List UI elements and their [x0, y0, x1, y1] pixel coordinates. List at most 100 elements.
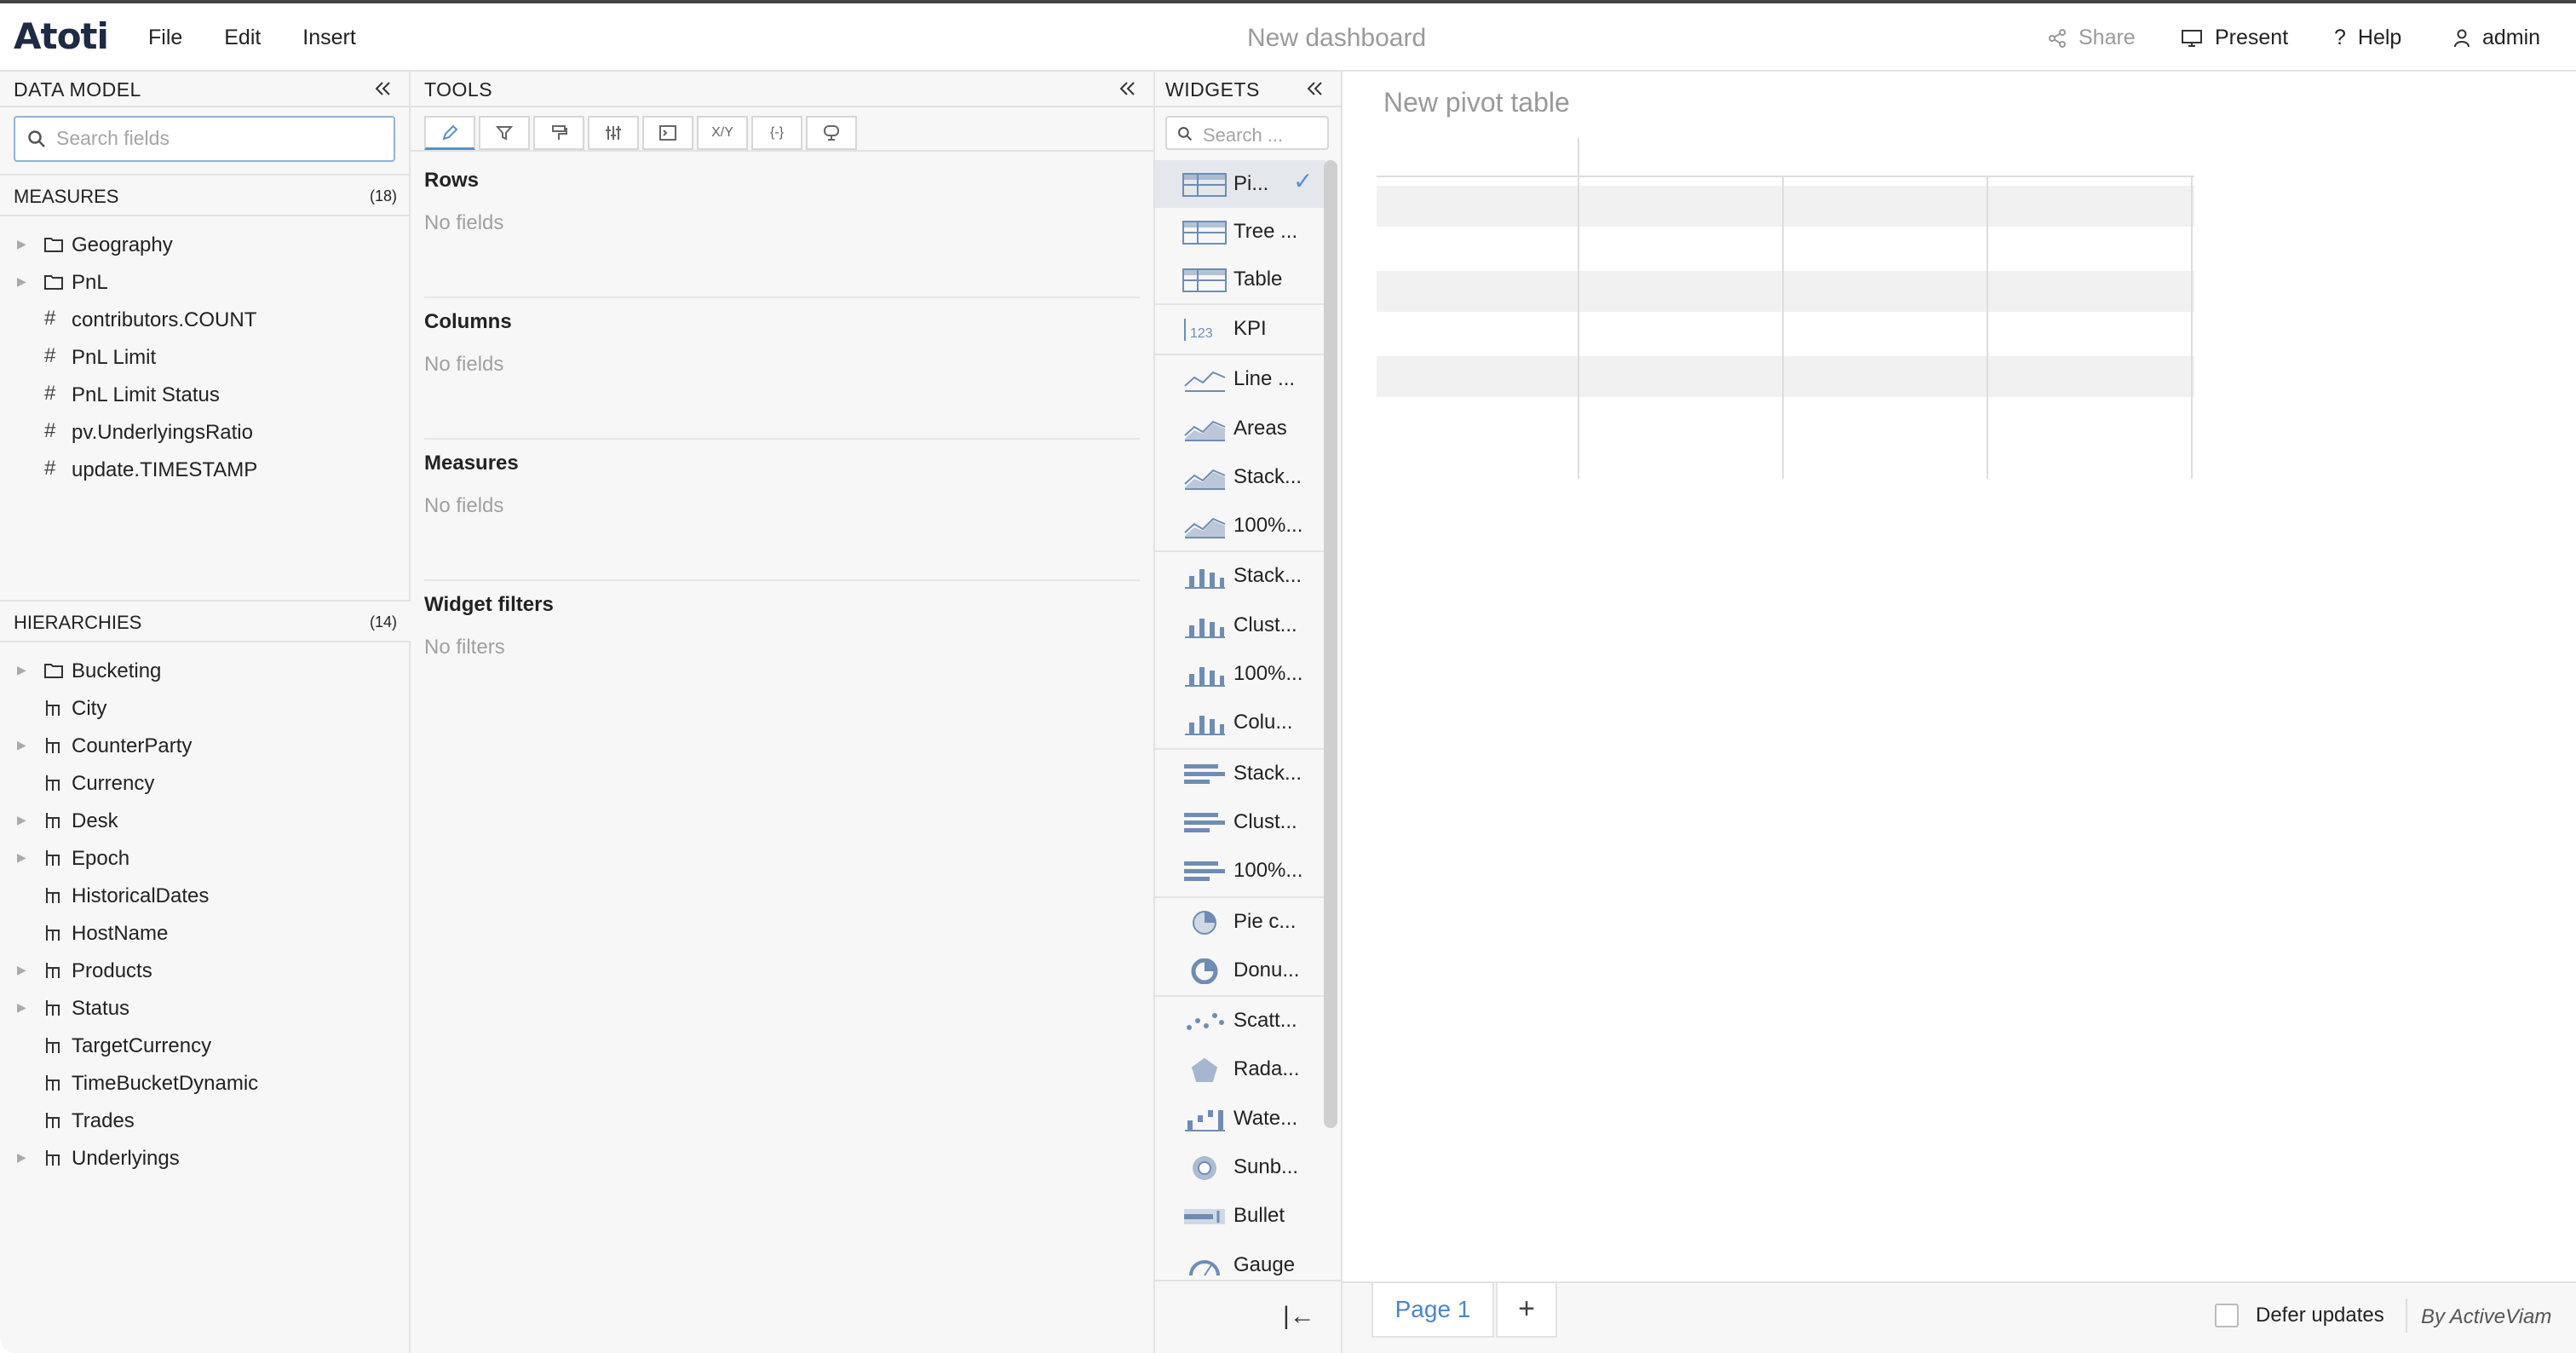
dock-left-icon[interactable]: |← — [1283, 1302, 1315, 1331]
tree-item[interactable]: ▶ Status — [0, 992, 409, 1026]
tree-item[interactable]: # update.TIMESTAMP — [0, 453, 409, 487]
widget-filters-section[interactable]: Widget filters No filters — [424, 593, 1140, 659]
caret-right-icon[interactable]: ▶ — [17, 1150, 26, 1165]
tree-item[interactable]: ▶ Products — [0, 954, 409, 988]
tree-item[interactable]: ▶ Desk — [0, 804, 409, 838]
measures-drop-section[interactable]: Measures No fields — [424, 452, 1140, 518]
edit-tool-button[interactable] — [424, 116, 475, 150]
tree-item[interactable]: ▶ Bucketing — [0, 654, 409, 688]
calculated-tool-button[interactable]: {-} — [751, 116, 802, 150]
tree-item[interactable]: ▶ PnL — [0, 266, 409, 300]
tree-item[interactable]: # contributors.COUNT — [0, 303, 409, 337]
menu-insert[interactable]: Insert — [302, 26, 356, 49]
collapse-left-icon[interactable] — [1303, 77, 1327, 101]
xy-tool-button[interactable]: X/Y — [697, 116, 748, 150]
widgets-header: WIDGETS — [1155, 72, 1341, 107]
tree-item[interactable]: ▶ Epoch — [0, 842, 409, 876]
user-menu[interactable]: admin — [2453, 26, 2540, 50]
widget-item[interactable]: Sunb... — [1155, 1143, 1325, 1192]
widget-search-input[interactable] — [1165, 116, 1329, 150]
widget-item[interactable]: Areas — [1155, 405, 1325, 453]
widget-item[interactable]: Clust... — [1155, 798, 1325, 847]
hierarchies-section-header[interactable]: HIERARCHIES (14) — [0, 600, 411, 642]
horizontal-bar-icon — [1184, 812, 1225, 832]
menu-file[interactable]: File — [148, 26, 182, 49]
widget-item[interactable]: Stack... — [1155, 747, 1325, 798]
tree-item-label: Status — [72, 997, 130, 1020]
hierarchy-icon — [46, 738, 60, 753]
menu-edit[interactable]: Edit — [224, 26, 261, 49]
widget-item[interactable]: Stack... — [1155, 453, 1325, 502]
caret-right-icon[interactable]: ▶ — [17, 274, 26, 289]
tree-item[interactable]: TargetCurrency — [0, 1029, 409, 1063]
caret-right-icon[interactable]: ▶ — [17, 663, 26, 677]
comment-tool-button[interactable] — [806, 116, 857, 150]
paint-roller-icon — [552, 125, 567, 140]
tree-item[interactable]: Currency — [0, 767, 409, 801]
activeviam-credit[interactable]: By ActiveViam — [2421, 1305, 2551, 1329]
measures-label: MEASURES — [14, 186, 119, 207]
tree-item[interactable]: ▶ CounterParty — [0, 729, 409, 763]
tree-item[interactable]: HistoricalDates — [0, 879, 409, 913]
caret-right-icon[interactable]: ▶ — [17, 738, 26, 752]
tree-item[interactable]: ▶ Underlyings — [0, 1142, 409, 1176]
share-button[interactable]: Share — [2048, 26, 2136, 50]
page-tab-1[interactable]: Page 1 — [1371, 1283, 1494, 1338]
widget-item[interactable]: 100%... — [1155, 847, 1325, 895]
widget-item[interactable]: Rada... — [1155, 1045, 1325, 1094]
tree-item[interactable]: Trades — [0, 1104, 409, 1138]
settings-tool-button[interactable] — [588, 116, 639, 150]
widget-search-field[interactable] — [1201, 124, 1324, 147]
widget-item[interactable]: Tree ... — [1155, 208, 1325, 256]
query-tool-button[interactable] — [642, 116, 693, 150]
widget-item[interactable]: Stack... — [1155, 550, 1325, 601]
present-button[interactable]: Present — [2181, 26, 2288, 50]
widget-list-scrollbar[interactable] — [1324, 160, 1337, 1128]
widget-item-label: Areas — [1233, 416, 1287, 440]
widget-item[interactable]: Bullet — [1155, 1192, 1325, 1241]
tree-item[interactable]: # PnL Limit — [0, 341, 409, 375]
caret-right-icon[interactable]: ▶ — [17, 850, 26, 865]
add-page-button[interactable]: + — [1496, 1283, 1557, 1338]
measures-section-header[interactable]: MEASURES (18) — [0, 174, 411, 216]
caret-right-icon[interactable]: ▶ — [17, 1000, 26, 1015]
widget-item[interactable]: Donu... — [1155, 947, 1325, 995]
widget-item[interactable]: Pi... ✓ — [1155, 160, 1325, 208]
search-fields-field[interactable] — [55, 126, 390, 151]
format-tool-button[interactable] — [533, 116, 584, 150]
defer-updates-checkbox[interactable] — [2215, 1304, 2239, 1327]
widget-item[interactable]: Pie c... — [1155, 895, 1325, 947]
widget-item[interactable]: 100%... — [1155, 650, 1325, 699]
tree-item[interactable]: City — [0, 692, 409, 726]
search-fields-input[interactable] — [14, 116, 395, 162]
widget-item[interactable]: 123 KPI — [1155, 303, 1325, 354]
widget-filters-heading: Widget filters — [424, 593, 554, 616]
pivot-table-title[interactable]: New pivot table — [1383, 87, 1570, 118]
widget-item[interactable]: Table — [1155, 256, 1325, 303]
hierarchy-icon — [46, 775, 60, 791]
widget-item[interactable]: Line ... — [1155, 354, 1325, 404]
collapse-left-icon[interactable] — [371, 77, 395, 101]
widget-item[interactable]: Scatt... — [1155, 995, 1325, 1045]
help-button[interactable]: ? Help — [2334, 26, 2401, 50]
widget-item[interactable]: Clust... — [1155, 602, 1325, 650]
tree-item[interactable]: TimeBucketDynamic — [0, 1067, 409, 1101]
rows-section[interactable]: Rows No fields — [424, 169, 1140, 235]
caret-right-icon[interactable]: ▶ — [17, 813, 26, 827]
tree-item[interactable]: # PnL Limit Status — [0, 378, 409, 412]
filter-tool-button[interactable] — [479, 116, 530, 150]
columns-section[interactable]: Columns No fields — [424, 310, 1140, 377]
tree-item-label: PnL Limit Status — [72, 383, 220, 406]
dashboard-title[interactable]: New dashboard — [1247, 24, 1426, 53]
defer-updates-toggle[interactable]: Defer updates — [2215, 1304, 2384, 1327]
tree-item[interactable]: # pv.UnderlyingsRatio — [0, 416, 409, 450]
caret-right-icon[interactable]: ▶ — [17, 237, 26, 251]
collapse-left-icon[interactable] — [1116, 77, 1140, 101]
tree-item[interactable]: HostName — [0, 917, 409, 951]
widget-item[interactable]: Colu... — [1155, 699, 1325, 747]
widget-item[interactable]: 100%... — [1155, 502, 1325, 550]
tree-item-label: Desk — [72, 809, 118, 832]
widget-item[interactable]: Wate... — [1155, 1095, 1325, 1143]
tree-item[interactable]: ▶ Geography — [0, 228, 409, 262]
caret-right-icon[interactable]: ▶ — [17, 963, 26, 977]
